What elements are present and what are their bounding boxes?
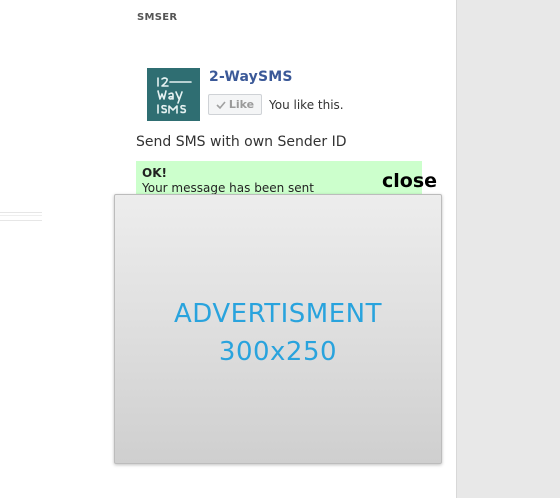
alert-title: OK! [142, 166, 167, 180]
success-alert: OK! Your message has been sent [136, 161, 422, 195]
check-icon [216, 100, 226, 110]
like-status-text: You like this. [269, 98, 344, 112]
like-button[interactable]: Like [208, 94, 262, 115]
section-title: SMSER [137, 12, 178, 23]
left-divider-lines [0, 212, 42, 221]
right-side-panel [456, 0, 560, 498]
facebook-like-widget: 2-WaySMS Like You like this. [147, 68, 427, 123]
alert-message: Your message has been sent [142, 181, 314, 195]
2-waysms-logo-icon[interactable] [147, 68, 200, 121]
like-button-label: Like [228, 98, 255, 111]
app-name-link[interactable]: 2-WaySMS [209, 69, 293, 85]
logo-graphic [147, 68, 200, 121]
ad-label: ADVERTISMENT [174, 299, 382, 329]
ad-size: 300x250 [218, 337, 338, 367]
advertisement-placeholder[interactable]: ADVERTISMENT 300x250 [114, 194, 442, 464]
close-button[interactable]: close [382, 170, 437, 192]
description-text: Send SMS with own Sender ID [136, 134, 347, 150]
